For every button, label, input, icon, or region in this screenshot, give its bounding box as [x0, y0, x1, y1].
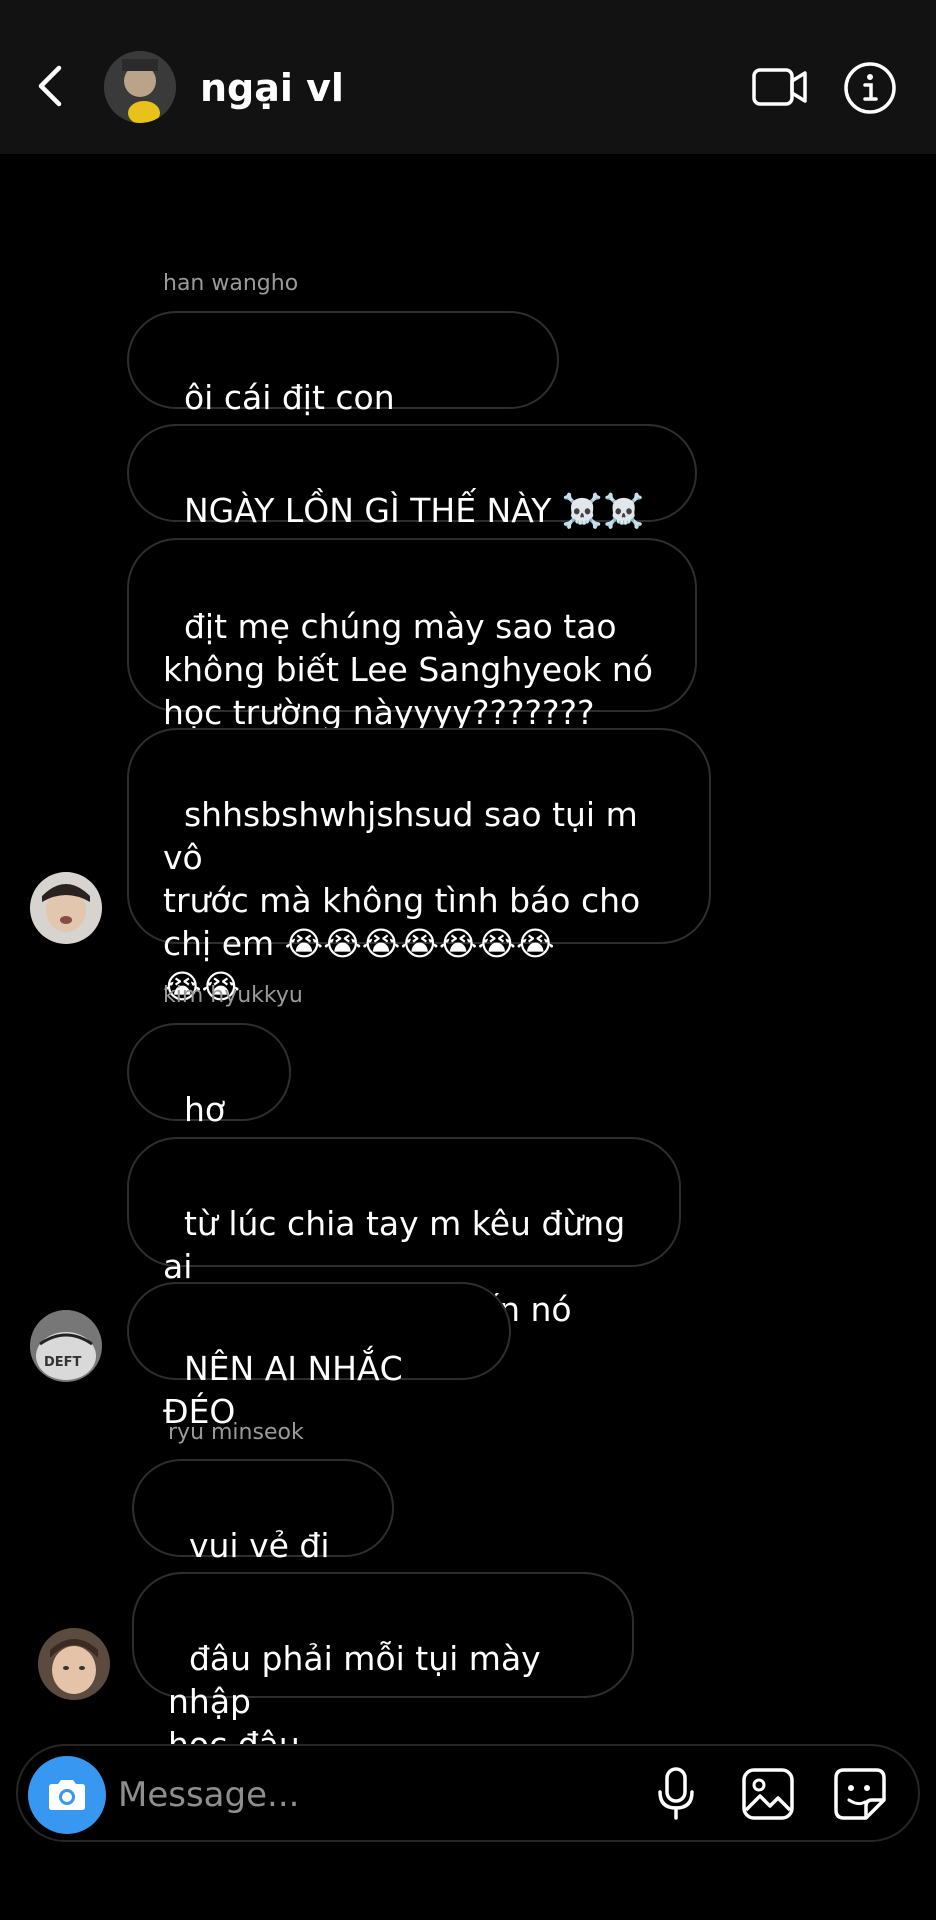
chat-header: ngại vl: [0, 0, 936, 154]
message-bubble[interactable]: từ lúc chia tay m kêu đừng ai nhắc gì li…: [127, 1137, 681, 1329]
message-text: shhsbshwhjshsud sao tụi m vô trước mà kh…: [163, 795, 641, 1006]
avatar-image: [38, 1628, 110, 1700]
sender-name: ryu minseok: [168, 1420, 304, 1445]
message-text: NGÀY LỒN GÌ THẾ NÀY ☠️☠️: [183, 491, 645, 530]
chat-title[interactable]: ngại vl: [200, 66, 344, 110]
avatar[interactable]: [30, 872, 102, 944]
message-text: NÊN AI NHẮC ĐÉO: [163, 1349, 414, 1431]
message-bubble[interactable]: vui vẻ đi em: [132, 1459, 394, 1608]
video-call-button[interactable]: [750, 62, 810, 112]
avatar[interactable]: DEFT: [30, 1310, 102, 1382]
sender-name: kim hyukkyu: [163, 983, 303, 1008]
message-bubble[interactable]: shhsbshwhjshsud sao tụi m vô trước mà kh…: [127, 728, 711, 1006]
message-bubble[interactable]: NÊN AI NHẮC ĐÉO: [127, 1282, 511, 1431]
camera-button[interactable]: [28, 1756, 106, 1834]
message-bubble[interactable]: địt mẹ chúng mày sao tao không biết Lee …: [127, 538, 697, 732]
voice-message-button[interactable]: [646, 1762, 706, 1826]
message-input[interactable]: [118, 1770, 618, 1820]
info-button[interactable]: [842, 60, 898, 116]
avatar-logo-text: DEFT: [44, 1355, 82, 1370]
info-icon: [844, 62, 896, 114]
chat-avatar[interactable]: [104, 51, 176, 123]
camera-icon: [49, 1780, 85, 1810]
message-bubble[interactable]: NGÀY LỒN GÌ THẾ NÀY ☠️☠️: [127, 424, 697, 530]
avatar-image: [104, 51, 176, 123]
avatar[interactable]: [38, 1628, 110, 1700]
chevron-left-icon: [38, 65, 62, 107]
gallery-icon: [742, 1768, 794, 1820]
sender-name: han wangho: [163, 271, 299, 296]
message-bubble[interactable]: ôi cái địt con mẹ?????: [127, 311, 559, 460]
sticker-icon: [834, 1768, 886, 1820]
message-text: địt mẹ chúng mày sao tao không biết Lee …: [163, 607, 653, 732]
avatar-image: [30, 872, 102, 944]
microphone-icon: [658, 1767, 694, 1820]
back-button[interactable]: [22, 54, 78, 118]
gallery-button[interactable]: [738, 1762, 798, 1826]
message-bubble[interactable]: hơ hơ: [127, 1023, 291, 1172]
avatar-image: DEFT: [30, 1310, 102, 1382]
message-bubble[interactable]: đâu phải mỗi tụi mày nhập học đâu: [132, 1572, 634, 1764]
sticker-button[interactable]: [830, 1762, 890, 1826]
video-camera-icon: [752, 68, 807, 106]
